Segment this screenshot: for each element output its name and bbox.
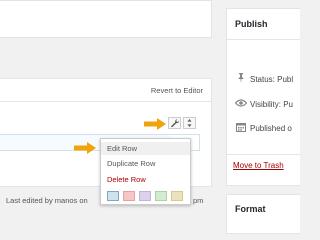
pin-icon xyxy=(235,73,247,85)
last-edited-text: Last edited by manos on xyxy=(6,196,88,205)
publish-box: Publish Status: Publ Visibility: Pu Publ… xyxy=(226,8,300,186)
calendar-icon xyxy=(235,122,247,134)
arrow-right-icon xyxy=(74,142,96,154)
divider xyxy=(0,101,211,102)
status-row: Status: Publ xyxy=(235,73,293,85)
duplicate-row-menu-item[interactable]: Duplicate Row xyxy=(101,157,190,170)
row-color-swatch-red[interactable] xyxy=(123,191,135,201)
move-to-trash-link[interactable]: Move to Trash xyxy=(233,161,284,170)
title-box[interactable] xyxy=(0,0,212,38)
row-color-swatch-blue[interactable] xyxy=(107,191,119,201)
row-move-button[interactable] xyxy=(183,117,196,129)
revert-to-editor-link[interactable]: Revert to Editor xyxy=(151,86,203,95)
row-color-swatch-purple[interactable] xyxy=(139,191,151,201)
row-toolbar xyxy=(168,117,198,129)
eye-icon xyxy=(234,99,248,109)
arrow-right-icon xyxy=(144,118,166,130)
row-color-swatch-green[interactable] xyxy=(155,191,167,201)
format-box: Format xyxy=(226,194,300,234)
edit-row-menu-item[interactable]: Edit Row xyxy=(101,142,190,155)
move-icon xyxy=(187,119,192,127)
published-label: Published o xyxy=(250,123,292,133)
divider xyxy=(227,154,300,155)
last-edited-time: pm xyxy=(193,196,204,205)
visibility-row: Visibility: Pu xyxy=(234,98,293,110)
format-title: Format xyxy=(235,204,266,214)
wrench-icon xyxy=(171,119,180,128)
row-settings-button[interactable] xyxy=(168,117,181,129)
delete-row-menu-item[interactable]: Delete Row xyxy=(101,173,190,186)
divider xyxy=(227,39,300,40)
published-row: Published o xyxy=(235,122,292,134)
publish-title: Publish xyxy=(235,19,268,29)
status-label: Status: Publ xyxy=(250,74,294,84)
visibility-label: Visibility: Pu xyxy=(250,99,293,109)
row-context-menu: Edit Row Duplicate Row Delete Row xyxy=(100,138,191,205)
row-color-swatch-yellow[interactable] xyxy=(171,191,183,201)
